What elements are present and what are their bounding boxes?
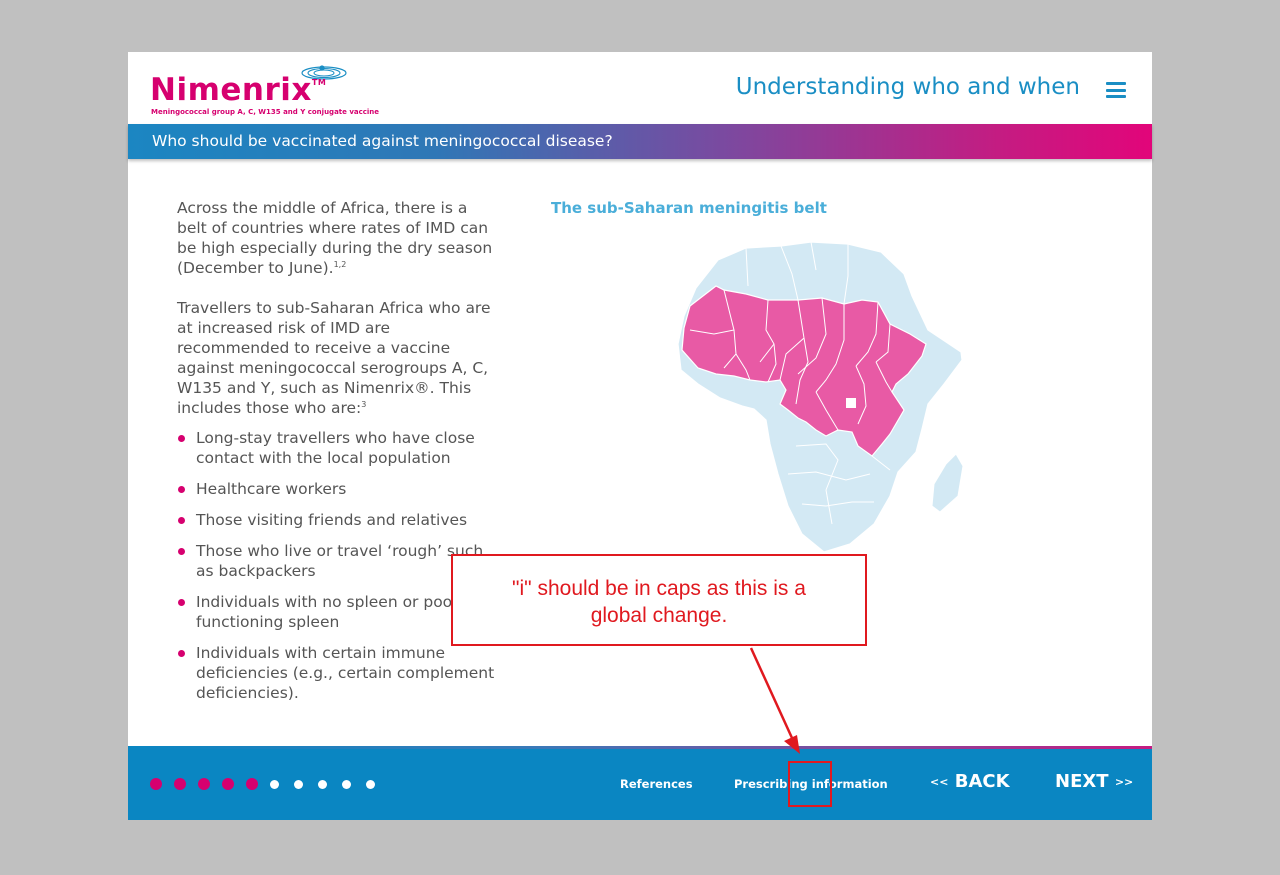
lake-victoria (846, 398, 856, 408)
intro-paragraph: Across the middle of Africa, there is a … (177, 199, 493, 277)
nimenrix-logo: NimenrixTM Meningococcal group A, C, W13… (150, 60, 379, 124)
reference-superscript: 3 (361, 399, 367, 409)
logo-trademark: TM (311, 78, 327, 87)
page-question-title: Who should be vaccinated against meningo… (152, 132, 613, 150)
progress-dot-inactive[interactable] (294, 779, 303, 789)
bullet-dot-icon (178, 599, 185, 606)
map-title: The sub-Saharan meningitis belt (551, 199, 827, 217)
title-band: Who should be vaccinated against meningo… (128, 124, 1152, 159)
bullet-dot-icon (178, 548, 185, 555)
review-comment-callout: "i" should be in caps as this is a globa… (451, 554, 867, 646)
list-item: Healthcare workers (177, 479, 499, 499)
hamburger-menu-icon[interactable] (1106, 82, 1126, 98)
review-comment-text: "i" should be in caps as this is a globa… (512, 577, 806, 627)
list-item: Those visiting friends and relatives (177, 510, 499, 530)
logo-subtitle: Meningococcal group A, C, W135 and Y con… (151, 108, 380, 116)
africa-meningitis-belt-map (677, 241, 964, 553)
slide: NimenrixTM Meningococcal group A, C, W13… (128, 52, 1152, 820)
bullet-dot-icon (178, 650, 185, 657)
progress-dot-active[interactable] (222, 778, 234, 790)
footer-nav-bar: References Prescribing information << BA… (128, 746, 1152, 820)
progress-dot-inactive[interactable] (342, 779, 351, 789)
bullet-dot-icon (178, 517, 185, 524)
madagascar-island (931, 453, 964, 513)
progress-dot-inactive[interactable] (270, 779, 279, 789)
back-chevron-icon: << (930, 775, 949, 789)
progress-dot-active[interactable] (174, 778, 186, 790)
progress-dot-active[interactable] (150, 778, 162, 790)
back-button[interactable]: << BACK (930, 771, 1010, 792)
logo-wordmark: NimenrixTM (150, 72, 327, 108)
bullet-dot-icon (178, 435, 185, 442)
progress-dot-inactive[interactable] (366, 779, 375, 789)
references-link[interactable]: References (620, 777, 693, 791)
next-button[interactable]: NEXT >> (1055, 771, 1133, 792)
progress-dot-active[interactable] (198, 778, 210, 790)
progress-dot-inactive[interactable] (318, 779, 327, 789)
bullet-dot-icon (178, 486, 185, 493)
progress-dots (150, 778, 390, 790)
travellers-paragraph: Travellers to sub-Saharan Africa who are… (177, 299, 491, 417)
section-title: Understanding who and when (735, 74, 1080, 100)
list-item: Individuals with certain immune deficien… (177, 643, 499, 703)
next-chevron-icon: >> (1114, 775, 1134, 789)
progress-dot-active[interactable] (246, 778, 258, 790)
reference-superscript: 1,2 (333, 259, 347, 269)
footer-accent-line (128, 746, 1152, 749)
list-item: Long-stay travellers who have close cont… (177, 428, 499, 468)
review-highlight-box (788, 761, 832, 807)
